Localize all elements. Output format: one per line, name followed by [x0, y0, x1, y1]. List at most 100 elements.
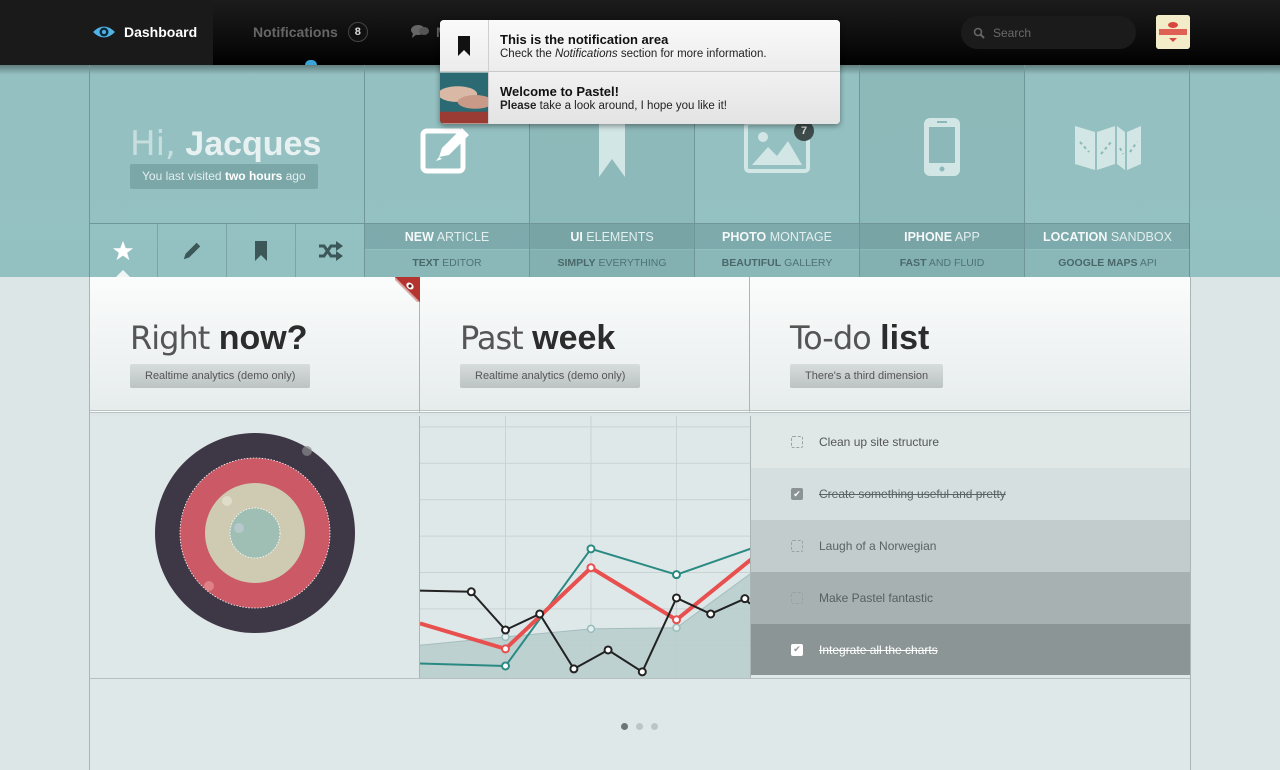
- panel-right-now: Right now? Realtime analytics (demo only…: [90, 277, 420, 413]
- chat-bubbles-icon: [411, 25, 429, 38]
- panel-footer: [90, 678, 1190, 770]
- tile-location-sandbox[interactable]: LOCATION SANDBOX GOOGLE MAPS API: [1024, 65, 1190, 277]
- tile-subtitle: API: [1137, 257, 1157, 269]
- todo-list: Clean up site structure ✔ Create somethin…: [751, 416, 1190, 678]
- third-dimension-button[interactable]: There's a third dimension: [790, 364, 944, 388]
- panel-title-bold: now?: [218, 319, 308, 357]
- data-point-black: [603, 645, 613, 655]
- tile-title: APP: [952, 230, 980, 244]
- tile-title-bold: PHOTO: [722, 230, 767, 244]
- user-avatar[interactable]: [1156, 15, 1190, 49]
- nav-item-label: Dashboard: [124, 24, 198, 40]
- todo-checkbox-checked[interactable]: ✔: [791, 488, 803, 500]
- pager-dots: [621, 723, 658, 730]
- notification-body-bold: Please: [500, 100, 537, 112]
- data-point-red: [500, 644, 510, 654]
- todo-checkbox[interactable]: [791, 592, 803, 604]
- past-week-line-chart: [420, 416, 750, 678]
- tile-iphone-app[interactable]: IPHONE APP FAST AND FLUID: [859, 65, 1024, 277]
- bookmark-icon: [255, 240, 268, 261]
- realtime-analytics-button[interactable]: Realtime analytics (demo only): [460, 364, 641, 388]
- data-point-black: [706, 609, 716, 619]
- area-series-area: [420, 573, 750, 678]
- target-marker: [234, 523, 244, 533]
- tile-subtitle: GALLERY: [781, 257, 833, 269]
- data-point-black: [500, 625, 510, 635]
- photo-count-badge: 7: [794, 121, 814, 141]
- target-chart-panel: [90, 416, 420, 678]
- map-icon: [1074, 126, 1141, 170]
- search-box[interactable]: [961, 16, 1136, 49]
- tab-shuffle[interactable]: [296, 224, 365, 277]
- bookmark-icon: [458, 36, 470, 56]
- data-point-teal: [500, 661, 510, 671]
- panel-title-bold: list: [880, 319, 930, 357]
- last-visit-pre: You last visited: [142, 169, 225, 183]
- tile-title-bold: NEW: [404, 230, 434, 244]
- dashboard-panels: Right now? Realtime analytics (demo only…: [89, 277, 1191, 770]
- todo-item[interactable]: Clean up site structure: [751, 416, 1190, 468]
- data-point-black: [671, 593, 681, 603]
- ribbon-icon: [599, 117, 625, 177]
- panel-title-light: Past: [460, 319, 524, 357]
- tile-title-bold: LOCATION: [1043, 230, 1108, 244]
- notification-title: Welcome to Pastel!: [500, 84, 619, 99]
- tile-subtitle-bold: TEXT: [412, 257, 440, 269]
- todo-text: Integrate all the charts: [819, 642, 938, 657]
- pager-dot-1[interactable]: [621, 723, 628, 730]
- tab-edit[interactable]: [158, 224, 228, 277]
- data-point-red: [586, 563, 596, 573]
- tab-bookmarks[interactable]: [227, 224, 297, 277]
- eye-corner-ribbon-icon[interactable]: [395, 277, 420, 302]
- todo-checkbox[interactable]: [791, 540, 803, 552]
- notification-dropdown: This is the notification area Check the …: [440, 20, 840, 124]
- todo-item[interactable]: ✔ Create something useful and pretty: [751, 468, 1190, 520]
- last-visit-post: ago: [282, 169, 306, 183]
- data-point-black: [740, 594, 750, 604]
- nav-item-dashboard[interactable]: Dashboard: [92, 22, 197, 42]
- past-week-chart-panel: [420, 416, 751, 678]
- tile-title-bold: UI: [570, 230, 583, 244]
- nav-item-notifications[interactable]: Notifications 8: [253, 22, 368, 42]
- data-point-red: [671, 615, 681, 625]
- todo-text: Laugh of a Norwegian: [819, 539, 937, 553]
- area-point: [672, 623, 681, 633]
- search-input[interactable]: [993, 25, 1123, 40]
- todo-checkbox-checked[interactable]: ✔: [791, 643, 803, 656]
- pager-dot-2[interactable]: [636, 723, 643, 730]
- data-point-black: [466, 587, 476, 597]
- tile-title: ARTICLE: [433, 230, 490, 244]
- panel-title-light: Right: [130, 319, 210, 357]
- tile-subtitle-bold: FAST: [899, 257, 927, 269]
- pager-dot-3[interactable]: [651, 723, 658, 730]
- search-icon: [973, 27, 985, 39]
- area-point: [586, 624, 596, 634]
- todo-item[interactable]: Make Pastel fantastic: [751, 572, 1190, 624]
- shuffle-icon: [318, 240, 343, 261]
- notification-item[interactable]: Welcome to Pastel! Please take a look ar…: [440, 72, 840, 124]
- notification-body: Check the Notifications section for more…: [500, 48, 767, 60]
- todo-item[interactable]: Laugh of a Norwegian: [751, 520, 1190, 572]
- last-visit-label: You last visited two hours ago: [130, 164, 318, 189]
- data-point-black: [569, 664, 579, 674]
- notification-item[interactable]: This is the notification area Check the …: [440, 20, 840, 72]
- notification-body-text: take a look around, I hope you like it!: [536, 100, 727, 112]
- tile-subtitle: AND FLUID: [926, 257, 985, 269]
- todo-text: Create something useful and pretty: [819, 487, 1006, 501]
- todo-checkbox[interactable]: [791, 436, 803, 448]
- tile-title: ELEMENTS: [582, 230, 654, 244]
- target-marker: [222, 496, 232, 506]
- tile-subtitle-bold: BEAUTIFUL: [721, 257, 782, 269]
- target-ring-center: [229, 507, 281, 559]
- target-marker: [302, 446, 312, 456]
- tile-title: MONTAGE: [766, 230, 832, 244]
- panel-past-week: Past week Realtime analytics (demo only): [420, 277, 750, 413]
- edit-icon: [420, 128, 469, 174]
- tile-subtitle: EDITOR: [439, 257, 482, 269]
- realtime-analytics-button[interactable]: Realtime analytics (demo only): [130, 364, 311, 388]
- notification-title: This is the notification area: [500, 32, 669, 47]
- tab-favorites[interactable]: [89, 224, 159, 277]
- todo-item[interactable]: ✔ Integrate all the charts: [751, 624, 1190, 675]
- panel-title: To-do list: [790, 319, 929, 358]
- tile-title: SANDBOX: [1107, 230, 1172, 244]
